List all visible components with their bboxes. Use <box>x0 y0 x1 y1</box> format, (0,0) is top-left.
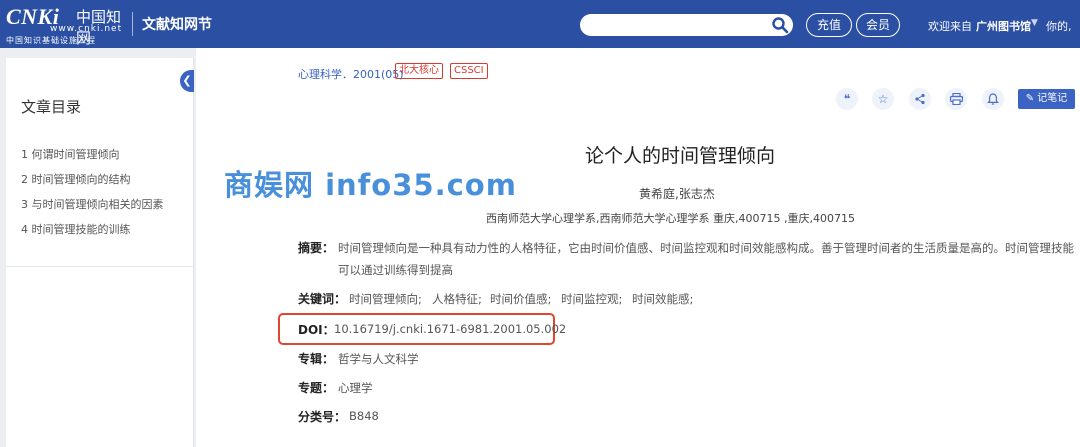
top-bar: CNKi 中国知网 www.cnki.net 中国知识基础设施工程 文献知网节 … <box>0 0 1080 48</box>
article-authors[interactable]: 黄希庭,张志杰 <box>639 185 715 202</box>
logo-url: www.cnki.net <box>50 24 123 34</box>
cssci-badge: CSSCI <box>450 63 488 79</box>
keyword-link[interactable]: 时间价值感; <box>490 291 551 307</box>
recharge-button[interactable]: 充值 <box>806 13 852 37</box>
header-divider <box>132 12 133 36</box>
logo-tagline: 中国知识基础设施工程 <box>6 36 96 45</box>
collection-value: 哲学与人文科学 <box>338 352 419 366</box>
quote-icon[interactable]: ❝ <box>836 88 858 110</box>
toc-item[interactable]: 2 时间管理倾向的结构 <box>21 171 131 187</box>
doi-value[interactable]: 10.16719/j.cnki.1671-6981.2001.05.002 <box>334 322 566 336</box>
doi-label: DOI： <box>298 323 335 337</box>
keyword-link[interactable]: 时间监控观; <box>561 291 622 307</box>
abstract-label: 摘要： <box>298 241 335 255</box>
toc-divider <box>6 266 194 267</box>
site-title[interactable]: 文献知网节 <box>142 14 212 34</box>
star-icon[interactable]: ☆ <box>872 88 894 110</box>
core-journal-badge: 北大核心 <box>395 63 443 79</box>
bell-icon[interactable] <box>982 88 1004 110</box>
collection-label: 专辑： <box>298 352 335 366</box>
print-icon[interactable] <box>945 88 967 110</box>
org-name[interactable]: 广州图书馆 <box>976 18 1031 34</box>
search-input[interactable] <box>580 14 793 36</box>
toc-panel: 文章目录 1 何谓时间管理倾向 2 时间管理倾向的结构 3 与时间管理倾向相关的… <box>6 58 194 447</box>
take-note-button[interactable]: ✎ 记笔记 <box>1018 89 1075 109</box>
member-button[interactable]: 会员 <box>856 13 900 37</box>
class-number-label: 分类号： <box>298 410 347 424</box>
greeting-text: 你的, <box>1046 20 1072 33</box>
abstract-text: 时间管理倾向是一种具有动力性的人格特征，它由时间价值感、时间监控观和时间效能感构… <box>338 241 1074 277</box>
toc-item[interactable]: 1 何谓时间管理倾向 <box>21 146 120 162</box>
keyword-link[interactable]: 人格特征; <box>432 291 482 307</box>
chevron-left-icon: ❮ <box>182 74 192 87</box>
cnki-logo[interactable]: CNKi 中国知网 www.cnki.net 中国知识基础设施工程 <box>6 4 128 47</box>
topic-value: 心理学 <box>338 381 373 395</box>
journal-source[interactable]: 心理科学．2001(05) <box>298 66 404 82</box>
share-icon[interactable] <box>909 88 931 110</box>
keyword-link[interactable]: 时间效能感; <box>632 291 693 307</box>
topic-label: 专题： <box>298 381 335 395</box>
class-number-value: B848 <box>349 409 379 423</box>
pencil-icon: ✎ <box>1025 93 1035 104</box>
toc-item[interactable]: 4 时间管理技能的训练 <box>21 221 131 237</box>
take-note-label: 记笔记 <box>1037 93 1068 104</box>
keyword-link[interactable]: 时间管理倾向; <box>349 291 422 307</box>
toc-title: 文章目录 <box>21 98 82 116</box>
keywords-label: 关键词： <box>298 292 347 306</box>
welcome-text: 欢迎来自 <box>928 20 972 33</box>
search-icon[interactable] <box>771 16 789 34</box>
article-detail: 心理科学．2001(05) 北大核心 CSSCI ❝ ☆ ✎ 记笔记 论个人的时… <box>196 48 1080 447</box>
chevron-down-icon[interactable]: ▼ <box>1031 18 1038 28</box>
toc-item[interactable]: 3 与时间管理倾向相关的因素 <box>21 196 164 212</box>
article-affiliation[interactable]: 西南师范大学心理学系,西南师范大学心理学系 重庆,400715 ,重庆,4007… <box>486 210 855 226</box>
article-title: 论个人的时间管理倾向 <box>585 145 776 167</box>
